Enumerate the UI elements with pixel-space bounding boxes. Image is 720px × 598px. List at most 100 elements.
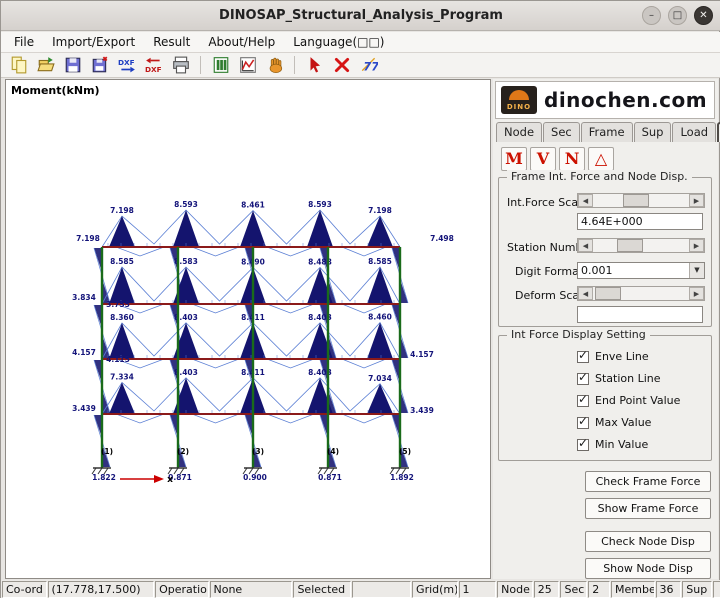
int-force-scale-scrollbar[interactable]: ◀ ▶ xyxy=(577,193,705,208)
beam-positive-envelope xyxy=(191,413,240,424)
checkbox-icon[interactable] xyxy=(577,414,589,429)
moment-value-label: 8.585 xyxy=(110,257,134,266)
frame-force-group-title: Frame Int. Force and Node Disp. xyxy=(507,170,692,183)
menu-file[interactable]: File xyxy=(5,33,43,51)
int-force-scale-input[interactable] xyxy=(577,213,703,230)
display-setting-group-title: Int Force Display Setting xyxy=(507,328,650,341)
moment-value-label: 7.034 xyxy=(368,374,392,383)
moment-value-label: 8.593 xyxy=(174,200,198,209)
title-bar: DINOSAP_Structural_Analysis_Program – □ … xyxy=(1,1,720,31)
beam-positive-envelope xyxy=(191,246,240,257)
status-sup-value xyxy=(712,581,720,598)
status-sup-label: Sup xyxy=(682,581,712,598)
chevron-down-icon[interactable]: ▼ xyxy=(689,263,704,278)
beam-positive-envelope xyxy=(266,303,315,314)
checkbox-min-value[interactable]: Min Value xyxy=(577,436,648,451)
status-grid-value: 1 xyxy=(458,581,497,598)
status-member-label: Membe xyxy=(611,581,655,598)
helmet-icon xyxy=(509,90,529,100)
moment-value-label: 7.334 xyxy=(110,372,134,381)
app-window: DINOSAP_Structural_Analysis_Program – □ … xyxy=(0,0,720,598)
status-coord-value: (17.778,17.500) xyxy=(47,581,155,598)
moment-value-label: 3.439 xyxy=(72,404,96,413)
status-selected-label: Selected xyxy=(293,581,351,598)
menu-about-help[interactable]: About/Help xyxy=(199,33,284,51)
beam-moment-spike xyxy=(307,210,333,247)
checkbox-end-point-value[interactable]: End Point Value xyxy=(577,392,680,407)
beam-positive-envelope xyxy=(115,413,165,424)
save-as-button[interactable] xyxy=(87,54,112,76)
checkbox-icon[interactable] xyxy=(577,436,589,451)
checkbox-max-value[interactable]: Max Value xyxy=(577,414,651,429)
scroll-left-icon[interactable]: ◀ xyxy=(578,239,593,252)
digit-format-select[interactable]: 0.001 ▼ xyxy=(577,262,705,279)
panel-tabs: Node Sec Frame Sup Load Result xyxy=(496,122,720,142)
plot-button[interactable] xyxy=(235,54,260,76)
status-operation-label: Operatio xyxy=(155,581,209,598)
moment-value-label: 4.115 xyxy=(106,355,130,364)
scroll-left-icon[interactable]: ◀ xyxy=(578,287,593,300)
shear-button[interactable]: V xyxy=(530,147,556,171)
delete-button[interactable] xyxy=(329,54,354,76)
status-selected-value xyxy=(351,581,412,598)
deform-scale-scrollbar[interactable]: ◀ ▶ xyxy=(577,286,705,301)
deform-scale-input[interactable] xyxy=(577,306,703,323)
show-frame-force-button[interactable]: Show Frame Force xyxy=(585,498,711,519)
moment-value-label: (2) xyxy=(177,447,189,456)
checkbox-icon[interactable] xyxy=(577,348,589,363)
show-node-disp-button[interactable]: Show Node Disp xyxy=(585,558,711,579)
check-frame-force-button[interactable]: Check Frame Force xyxy=(585,471,711,492)
menu-language[interactable]: Language(□□) xyxy=(284,33,393,51)
menu-result[interactable]: Result xyxy=(144,33,199,51)
beam-positive-envelope xyxy=(266,246,315,257)
scroll-right-icon[interactable]: ▶ xyxy=(689,194,704,207)
new-document-button[interactable] xyxy=(6,54,31,76)
checkbox-icon[interactable] xyxy=(577,370,589,385)
tab-frame[interactable]: Frame xyxy=(580,122,633,142)
print-button[interactable] xyxy=(168,54,193,76)
beam-positive-envelope xyxy=(266,413,315,424)
scrollbar-thumb[interactable] xyxy=(617,239,643,252)
canvas-title: Moment(kNm) xyxy=(11,84,100,97)
moment-value-label: 7.198 xyxy=(368,206,392,215)
select-cursor-button[interactable] xyxy=(302,54,327,76)
logo-text: dinochen.com xyxy=(544,88,708,112)
scrollbar-thumb[interactable] xyxy=(595,287,621,300)
beam-moment-spike xyxy=(367,322,393,359)
tab-sup[interactable]: Sup xyxy=(633,122,672,142)
checkbox-station-line[interactable]: Station Line xyxy=(577,370,661,385)
moment-value-label: 8.360 xyxy=(110,313,134,322)
drawing-canvas[interactable]: 7.1988.5938.4618.5937.1988.5858.5838.490… xyxy=(5,79,491,579)
check-node-disp-button[interactable]: Check Node Disp xyxy=(585,531,711,552)
maximize-button[interactable]: □ xyxy=(668,6,687,25)
tab-sec[interactable]: Sec xyxy=(543,122,580,142)
scrollbar-track[interactable] xyxy=(593,239,689,252)
beam-positive-envelope xyxy=(341,358,387,369)
scrollbar-thumb[interactable] xyxy=(623,194,649,207)
dimension-tool-button[interactable]: 77 xyxy=(356,54,381,76)
import-dxf-button[interactable]: DXF xyxy=(141,54,166,76)
scroll-right-icon[interactable]: ▶ xyxy=(689,287,704,300)
export-dxf-button[interactable]: DXF xyxy=(114,54,139,76)
moment-button[interactable]: M xyxy=(501,147,527,171)
section-table-button[interactable] xyxy=(208,54,233,76)
save-button[interactable] xyxy=(60,54,85,76)
minimize-button[interactable]: – xyxy=(642,6,661,25)
axial-button[interactable]: N xyxy=(559,147,585,171)
moment-value-label: 4.157 xyxy=(410,350,434,359)
tab-node[interactable]: Node xyxy=(496,122,543,142)
tab-load[interactable]: Load xyxy=(672,122,717,142)
scrollbar-track[interactable] xyxy=(593,194,689,207)
checkbox-icon[interactable] xyxy=(577,392,589,407)
scrollbar-track[interactable] xyxy=(593,287,689,300)
checkbox-enve-line[interactable]: Enve Line xyxy=(577,348,649,363)
open-file-button[interactable] xyxy=(33,54,58,76)
scroll-right-icon[interactable]: ▶ xyxy=(689,239,704,252)
close-button[interactable]: ✕ xyxy=(694,6,713,25)
menu-import-export[interactable]: Import/Export xyxy=(43,33,144,51)
station-number-scrollbar[interactable]: ◀ ▶ xyxy=(577,238,705,253)
scroll-left-icon[interactable]: ◀ xyxy=(578,194,593,207)
moment-value-label: x xyxy=(167,475,173,485)
pan-hand-button[interactable] xyxy=(262,54,287,76)
deform-button[interactable]: △ xyxy=(588,147,614,171)
